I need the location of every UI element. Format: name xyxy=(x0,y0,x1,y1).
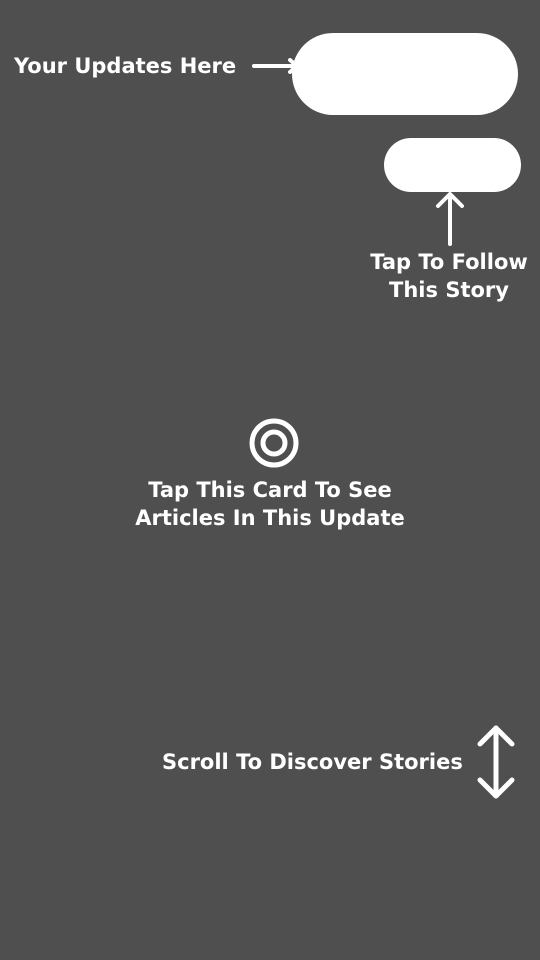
card-hint-line-2: Articles In This Update xyxy=(135,506,405,530)
card-hint-label: Tap This Card To See Articles In This Up… xyxy=(120,476,420,532)
follow-hint-label: Tap To Follow This Story xyxy=(360,248,538,304)
target-icon xyxy=(249,418,299,468)
updates-hint-label: Your Updates Here xyxy=(14,54,237,78)
updates-highlight-target[interactable] xyxy=(292,33,518,115)
arrow-up-icon xyxy=(436,192,464,246)
follow-hint-line-1: Tap To Follow xyxy=(370,250,528,274)
follow-hint-line-2: This Story xyxy=(389,278,509,302)
scroll-hint-label: Scroll To Discover Stories xyxy=(162,750,463,774)
follow-highlight-target[interactable] xyxy=(384,138,521,192)
arrow-up-down-icon xyxy=(477,725,515,799)
card-hint-line-1: Tap This Card To See xyxy=(148,478,392,502)
